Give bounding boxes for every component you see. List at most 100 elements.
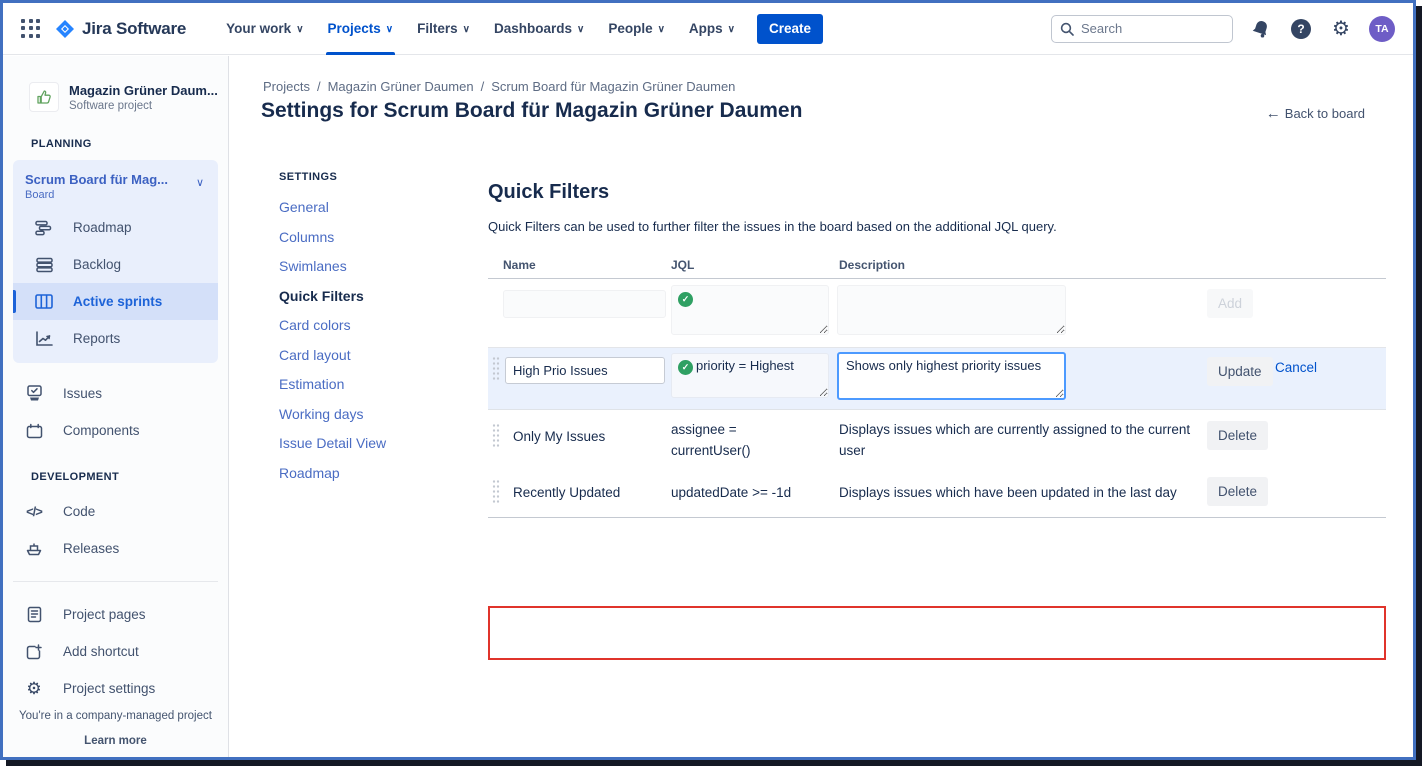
cancel-link[interactable]: Cancel <box>1275 360 1317 375</box>
development-section-label: DEVELOPMENT <box>3 449 228 493</box>
sidebar-item-add-shortcut[interactable]: Add shortcut <box>3 633 228 670</box>
settings-gear-icon[interactable]: ⚙ <box>1329 17 1353 41</box>
chevron-down-icon: ∨ <box>728 24 735 35</box>
sidebar-item-code[interactable]: </> Code <box>3 493 228 530</box>
nav-apps[interactable]: Apps∨ <box>677 3 747 55</box>
board-switcher[interactable]: Scrum Board für Mag... Board ∨ <box>13 170 218 209</box>
project-settings-gear-icon: ⚙ <box>23 680 45 697</box>
chevron-down-icon: ∨ <box>296 24 303 35</box>
filter-name: Recently Updated <box>513 483 620 504</box>
drag-handle[interactable] <box>492 423 500 447</box>
global-search[interactable] <box>1051 15 1233 43</box>
sidebar-item-roadmap[interactable]: Roadmap <box>13 209 218 246</box>
breadcrumb-project[interactable]: Magazin Grüner Daumen <box>328 79 474 94</box>
learn-more-link[interactable]: Learn more <box>3 735 228 747</box>
board-switcher-block: Scrum Board für Mag... Board ∨ Roadmap B… <box>13 160 218 363</box>
settings-nav-roadmap[interactable]: Roadmap <box>279 465 449 481</box>
project-sidebar: Magazin Grüner Daum... Software project … <box>3 56 229 757</box>
settings-nav-card-layout[interactable]: Card layout <box>279 347 449 363</box>
sidebar-item-components[interactable]: Components <box>3 412 228 449</box>
sidebar-item-releases[interactable]: Releases <box>3 530 228 567</box>
app-switcher-icon[interactable] <box>21 19 41 39</box>
back-arrow-icon: ← <box>1266 105 1281 122</box>
settings-nav-issue-detail-view[interactable]: Issue Detail View <box>279 435 449 451</box>
column-header-description: Description <box>839 258 905 272</box>
delete-button[interactable]: Delete <box>1207 477 1268 506</box>
jira-logo[interactable]: Jira Software <box>55 19 186 39</box>
sidebar-item-backlog[interactable]: Backlog <box>13 246 218 283</box>
board-columns-icon <box>33 294 55 309</box>
filter-description: Displays issues which are currently assi… <box>839 420 1194 462</box>
help-icon[interactable]: ? <box>1289 17 1313 41</box>
delete-button[interactable]: Delete <box>1207 421 1268 450</box>
page-title: Settings for Scrum Board für Magazin Grü… <box>261 99 802 123</box>
sidebar-item-reports[interactable]: Reports <box>13 320 218 357</box>
edit-filter-description-input[interactable]: Shows only highest priority issues <box>837 352 1066 400</box>
annotation-highlight-box <box>488 606 1386 660</box>
jira-diamond-icon <box>55 19 75 39</box>
sidebar-item-active-sprints[interactable]: Active sprints <box>13 283 218 320</box>
chevron-down-icon: ∨ <box>463 24 470 35</box>
update-button[interactable]: Update <box>1207 357 1273 386</box>
add-shortcut-icon <box>23 644 45 660</box>
column-header-jql: JQL <box>671 258 694 272</box>
nav-your-work[interactable]: Your work∨ <box>214 3 315 55</box>
settings-nav-general[interactable]: General <box>279 199 449 215</box>
nav-people[interactable]: People∨ <box>596 3 677 55</box>
breadcrumb-board[interactable]: Scrum Board für Magazin Grüner Daumen <box>491 79 735 94</box>
breadcrumb-projects[interactable]: Projects <box>263 79 310 94</box>
settings-nav-quick-filters[interactable]: Quick Filters <box>279 288 449 304</box>
settings-nav-columns[interactable]: Columns <box>279 229 449 245</box>
sidebar-item-project-settings[interactable]: ⚙ Project settings <box>3 670 228 707</box>
project-name: Magazin Grüner Daum... <box>69 83 218 98</box>
drag-handle[interactable] <box>492 479 500 503</box>
chevron-down-icon: ∨ <box>658 24 665 35</box>
filter-row-recently-updated: Recently Updated updatedDate >= -1d Disp… <box>488 472 1386 517</box>
create-button[interactable]: Create <box>757 14 823 44</box>
settings-nav-swimlanes[interactable]: Swimlanes <box>279 258 449 274</box>
nav-dashboards[interactable]: Dashboards∨ <box>482 3 596 55</box>
table-header-row: Name JQL Description <box>488 251 1386 279</box>
issues-icon <box>23 385 45 402</box>
quick-filters-table: Name JQL Description ✓ Add ✓ priority = … <box>488 251 1386 518</box>
planning-section-label: PLANNING <box>3 112 228 160</box>
edit-filter-jql-input[interactable]: priority = Highest <box>671 353 829 398</box>
settings-nav-label: SETTINGS <box>279 171 449 183</box>
project-type: Software project <box>69 100 218 112</box>
search-input[interactable] <box>1081 21 1211 36</box>
notifications-bell-icon[interactable] <box>1249 17 1273 41</box>
sidebar-item-project-pages[interactable]: Project pages <box>3 596 228 633</box>
back-to-board-link[interactable]: ← Back to board <box>1266 105 1365 122</box>
project-header[interactable]: Magazin Grüner Daum... Software project <box>3 56 228 112</box>
pages-icon <box>23 606 45 623</box>
roadmap-icon <box>33 220 55 236</box>
chevron-down-icon: ∨ <box>196 176 204 189</box>
settings-nav: SETTINGS General Columns Swimlanes Quick… <box>279 171 449 494</box>
code-icon: </> <box>23 504 45 519</box>
filter-row-only-my-issues: Only My Issues assignee = currentUser() … <box>488 410 1386 472</box>
drag-handle[interactable] <box>492 356 500 380</box>
quick-filters-heading: Quick Filters <box>488 181 609 204</box>
sidebar-item-issues[interactable]: Issues <box>3 375 228 412</box>
table-bottom-border <box>488 517 1386 518</box>
new-filter-jql-input[interactable] <box>671 285 829 335</box>
settings-nav-working-days[interactable]: Working days <box>279 406 449 422</box>
jql-valid-check-icon: ✓ <box>678 360 693 375</box>
add-button[interactable]: Add <box>1207 289 1253 318</box>
nav-filters[interactable]: Filters∨ <box>405 3 482 55</box>
settings-nav-estimation[interactable]: Estimation <box>279 376 449 392</box>
chevron-down-icon: ∨ <box>386 24 393 35</box>
nav-projects[interactable]: Projects∨ <box>316 3 406 55</box>
search-icon <box>1060 22 1074 36</box>
settings-nav-card-colors[interactable]: Card colors <box>279 317 449 333</box>
product-name: Jira Software <box>82 19 186 39</box>
new-filter-description-input[interactable] <box>837 285 1066 335</box>
backlog-icon <box>33 257 55 273</box>
filter-description: Displays issues which have been updated … <box>839 483 1239 504</box>
user-avatar[interactable]: TA <box>1369 16 1395 42</box>
new-filter-name-input[interactable] <box>503 290 666 318</box>
breadcrumb: Projects/Magazin Grüner Daumen/Scrum Boa… <box>263 79 735 94</box>
edit-filter-name-input[interactable] <box>505 357 665 384</box>
project-thumbsup-icon <box>29 82 59 112</box>
quick-filters-description: Quick Filters can be used to further fil… <box>488 219 1057 234</box>
